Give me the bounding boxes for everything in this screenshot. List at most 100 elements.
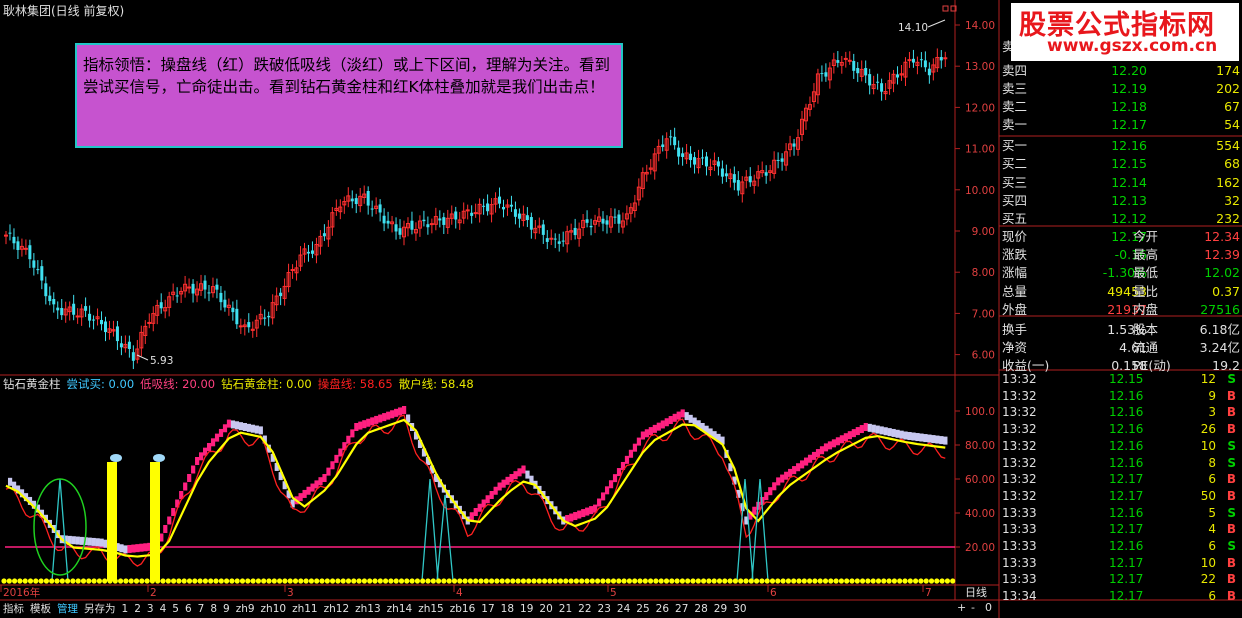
tab-zh11[interactable]: zh11 — [289, 602, 321, 617]
zoom-button[interactable]: 0 — [985, 601, 992, 614]
tab-26[interactable]: 26 — [653, 602, 672, 617]
tab-28[interactable]: 28 — [691, 602, 710, 617]
quote-value: 12.19 — [1111, 81, 1147, 96]
tab-20[interactable]: 20 — [536, 602, 555, 617]
zoom-button[interactable]: + — [957, 601, 966, 614]
indicator-block — [143, 543, 148, 552]
tab-模板[interactable]: 模板 — [27, 602, 54, 617]
base-dot — [679, 578, 686, 584]
candle-body-down — [16, 241, 20, 250]
indicator-block — [935, 435, 940, 444]
tab-zh14[interactable]: zh14 — [384, 602, 416, 617]
tab-zh10[interactable]: zh10 — [258, 602, 290, 617]
tab-17[interactable]: 17 — [478, 602, 497, 617]
base-dot — [70, 578, 76, 584]
tick-time: 13:33 — [1002, 539, 1037, 553]
tab-zb16[interactable]: zb16 — [447, 602, 479, 617]
tab-30[interactable]: 30 — [730, 602, 749, 617]
quote-key2: 今开 — [1133, 229, 1159, 244]
candle-body-down — [486, 203, 490, 212]
tab-25[interactable]: 25 — [633, 602, 652, 617]
quote-key: 涨幅 — [1002, 265, 1028, 281]
tab-27[interactable]: 27 — [672, 602, 691, 617]
tab-4[interactable]: 4 — [157, 602, 170, 617]
indicator-block — [577, 510, 582, 519]
zoom-button[interactable]: - — [971, 601, 975, 614]
tick-row: 13:33 12.17 22 B — [999, 571, 1242, 588]
base-dot — [844, 578, 850, 584]
base-dot — [738, 578, 744, 584]
tab-21[interactable]: 21 — [556, 602, 575, 617]
tab-5[interactable]: 5 — [169, 602, 182, 617]
base-dot — [510, 578, 516, 584]
tab-另存为[interactable]: 另存为 — [81, 602, 119, 617]
candle-body-down — [704, 156, 708, 167]
tab-19[interactable]: 19 — [517, 602, 536, 617]
candle-body-down — [40, 266, 44, 281]
tab-23[interactable]: 23 — [595, 602, 614, 617]
base-dot — [17, 578, 23, 584]
tab-3[interactable]: 3 — [144, 602, 157, 617]
tab-29[interactable]: 29 — [711, 602, 730, 617]
tick-flag: S — [1227, 438, 1236, 453]
tick-qty: 10 — [1200, 438, 1216, 453]
tab-zh13[interactable]: zh13 — [352, 602, 384, 617]
tab-1[interactable]: 1 — [119, 602, 132, 617]
base-dot — [706, 578, 712, 584]
candle-body-up — [290, 269, 295, 272]
indicator-block — [616, 468, 622, 477]
base-dot — [451, 578, 458, 584]
candle-body-down — [525, 215, 529, 221]
tick-time: 13:32 — [1002, 372, 1037, 386]
golden-column — [107, 462, 117, 581]
candle-body-down — [836, 60, 840, 63]
indicator-block — [573, 512, 578, 521]
candle-body-down — [159, 302, 163, 309]
tick-qty: 6 — [1208, 539, 1216, 553]
tab-24[interactable]: 24 — [614, 602, 633, 617]
indicator-block — [855, 427, 860, 436]
indicator-block — [895, 429, 900, 438]
base-dot — [785, 578, 792, 584]
base-dot — [748, 578, 754, 584]
tick-time: 13:32 — [1002, 438, 1037, 453]
base-dot — [112, 578, 118, 584]
tab-管理[interactable]: 管理 — [54, 602, 81, 617]
quote-key: 卖五 — [1002, 39, 1011, 54]
quote-value: 12.16 — [1111, 138, 1147, 153]
indicator-block — [497, 482, 502, 491]
quote-value: 12.17 — [1111, 117, 1147, 132]
base-dot — [849, 578, 855, 584]
tab-2[interactable]: 2 — [131, 602, 144, 617]
tab-7[interactable]: 7 — [195, 602, 208, 617]
base-dot — [674, 578, 680, 584]
tab-6[interactable]: 6 — [182, 602, 195, 617]
candle-body-down — [716, 161, 720, 167]
base-dot — [361, 578, 367, 584]
tab-zh12[interactable]: zh12 — [321, 602, 353, 617]
indicator-block — [127, 544, 132, 553]
base-dot — [934, 578, 940, 584]
indicator-block — [891, 428, 896, 437]
tab-zh15[interactable]: zh15 — [415, 602, 447, 617]
base-dot — [907, 578, 913, 584]
tab-9[interactable]: 9 — [220, 602, 233, 617]
tick-flag: B — [1226, 472, 1236, 487]
tab-指标[interactable]: 指标 — [0, 602, 27, 617]
quote-qty: 68 — [1224, 156, 1240, 172]
tick-price: 12.16 — [1109, 505, 1144, 520]
base-dot — [542, 578, 548, 584]
diamond-icon — [153, 454, 165, 462]
base-dot — [504, 578, 511, 584]
base-dot — [335, 578, 341, 584]
tab-zh9[interactable]: zh9 — [233, 602, 258, 617]
candle-body-down — [119, 343, 123, 348]
quote-key2: 最高 — [1133, 247, 1159, 263]
base-dot — [340, 578, 346, 584]
base-dot — [319, 578, 325, 584]
tab-22[interactable]: 22 — [575, 602, 594, 617]
tab-8[interactable]: 8 — [207, 602, 220, 617]
tab-18[interactable]: 18 — [498, 602, 517, 617]
quote-key: 卖三 — [1002, 81, 1028, 96]
indicator-block — [199, 452, 204, 461]
